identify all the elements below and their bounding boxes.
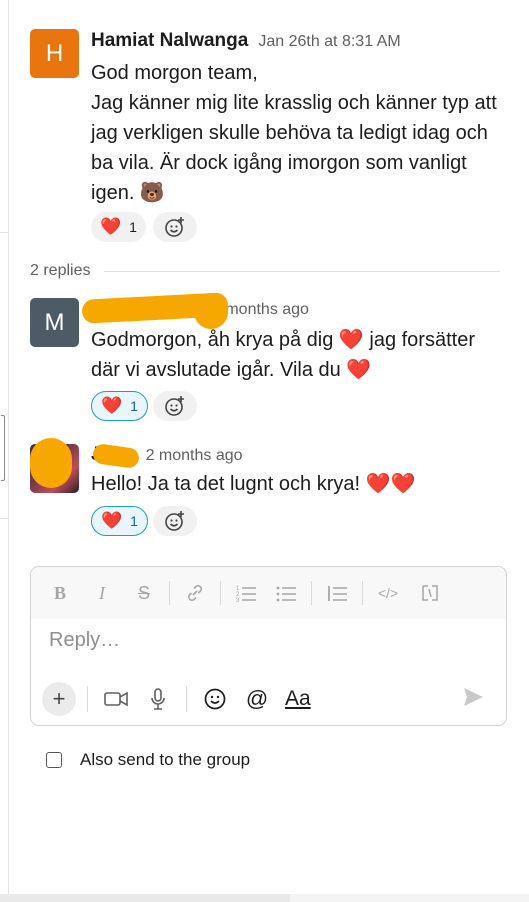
send-button[interactable] bbox=[461, 685, 485, 714]
message-header: Hamiat Nalwanga Jan 26th at 8:31 AM bbox=[91, 30, 401, 52]
toolbar-separator bbox=[362, 581, 363, 605]
toolbar-separator bbox=[169, 581, 170, 605]
emoji-icon bbox=[204, 688, 226, 710]
message-timestamp[interactable]: Jan 26th at 8:31 AM bbox=[258, 33, 400, 51]
code-block-icon[interactable] bbox=[415, 567, 445, 619]
composer-actions: + @ Aa bbox=[41, 679, 501, 719]
divider-line bbox=[104, 270, 500, 272]
reply-composer: B I S 123 </> + bbox=[30, 566, 507, 726]
strikethrough-icon[interactable]: S bbox=[129, 567, 159, 619]
also-send-option[interactable]: Also send to the group bbox=[46, 750, 250, 770]
send-icon bbox=[464, 688, 483, 706]
mention-icon[interactable]: @ bbox=[239, 681, 275, 717]
format-icon[interactable]: Aa bbox=[285, 687, 311, 711]
plus-icon: + bbox=[42, 682, 76, 716]
video-icon bbox=[104, 691, 128, 707]
video-button[interactable] bbox=[98, 681, 134, 717]
author-name[interactable]: Hamiat Nalwanga bbox=[91, 30, 248, 52]
pane-divider bbox=[0, 232, 9, 233]
replies-count: 2 replies bbox=[30, 262, 91, 279]
toolbar-separator bbox=[87, 686, 88, 712]
redaction-scribble bbox=[30, 438, 72, 488]
pane-divider bbox=[0, 518, 9, 519]
message-text: Godmorgon, åh krya på dig ❤️ jag forsätt… bbox=[91, 325, 511, 385]
blockquote-icon[interactable] bbox=[322, 567, 352, 619]
svg-text:3: 3 bbox=[236, 598, 240, 603]
message-line: Jag känner mig lite krasslig och känner … bbox=[91, 92, 497, 114]
bulleted-list-icon[interactable] bbox=[271, 567, 301, 619]
heart-reaction[interactable]: ❤️ 1 bbox=[91, 506, 148, 536]
redaction-scribble bbox=[194, 293, 228, 329]
toolbar-separator bbox=[220, 581, 221, 605]
emoji-button[interactable] bbox=[197, 681, 233, 717]
link-icon[interactable] bbox=[180, 567, 210, 619]
message-line: Hello! Ja ta det lugnt och krya! ❤️❤️ bbox=[91, 473, 416, 495]
heart-reaction[interactable]: ❤️ 1 bbox=[91, 212, 146, 242]
message-text: Hello! Ja ta det lugnt och krya! ❤️❤️ bbox=[91, 469, 511, 499]
message-text: God morgon team, Jag känner mig lite kra… bbox=[91, 58, 511, 208]
message-line: God morgon team, bbox=[91, 62, 258, 84]
toolbar-separator bbox=[186, 686, 187, 712]
microphone-icon bbox=[151, 688, 165, 710]
replies-divider: 2 replies bbox=[30, 262, 500, 280]
ordered-list-icon[interactable]: 123 bbox=[231, 567, 261, 619]
add-emoji-icon bbox=[165, 396, 184, 416]
bold-icon[interactable]: B bbox=[45, 567, 75, 619]
message-line: där vi avslutade igår. Vila du ❤️ bbox=[91, 359, 372, 381]
scrollbar-track[interactable] bbox=[0, 894, 529, 902]
message-line: jag verkligen skulle behöva ta ledigt id… bbox=[91, 122, 488, 144]
attach-button[interactable]: + bbox=[41, 681, 77, 717]
message-line: ba vila. Är dock igång imorgon som vanli… bbox=[91, 152, 467, 174]
resize-handle[interactable] bbox=[1, 415, 5, 481]
formatting-toolbar: B I S 123 </> bbox=[31, 567, 506, 619]
heart-icon: ❤️ bbox=[101, 511, 123, 530]
add-reaction-button[interactable] bbox=[153, 506, 197, 536]
reaction-count: 1 bbox=[130, 513, 138, 529]
message-timestamp[interactable]: 2 months ago bbox=[146, 447, 243, 465]
audio-button[interactable] bbox=[140, 681, 176, 717]
toolbar-separator bbox=[311, 581, 312, 605]
heart-reaction[interactable]: ❤️ 1 bbox=[91, 391, 148, 421]
avatar-initial: M bbox=[44, 308, 65, 336]
add-emoji-icon bbox=[165, 511, 184, 531]
heart-icon: ❤️ bbox=[101, 396, 123, 415]
add-reaction-button[interactable] bbox=[153, 212, 197, 242]
add-reaction-button[interactable] bbox=[153, 391, 197, 421]
also-send-checkbox[interactable] bbox=[46, 752, 62, 768]
add-emoji-icon bbox=[165, 217, 184, 237]
code-icon[interactable]: </> bbox=[373, 567, 403, 619]
reaction-count: 1 bbox=[130, 398, 138, 414]
scrollbar-gap bbox=[290, 894, 529, 902]
italic-icon[interactable]: I bbox=[87, 567, 117, 619]
also-send-label: Also send to the group bbox=[80, 750, 251, 769]
avatar[interactable]: M bbox=[30, 298, 79, 347]
left-pane-edge bbox=[0, 0, 9, 902]
heart-icon: ❤️ bbox=[100, 217, 122, 236]
reaction-count: 1 bbox=[129, 219, 137, 235]
reply-input[interactable] bbox=[49, 629, 489, 652]
avatar-initial: H bbox=[45, 39, 64, 67]
message-line: igen. 🐻 bbox=[91, 182, 165, 204]
message-line: Godmorgon, åh krya på dig ❤️ jag forsätt… bbox=[91, 329, 475, 351]
avatar[interactable]: H bbox=[30, 29, 79, 78]
